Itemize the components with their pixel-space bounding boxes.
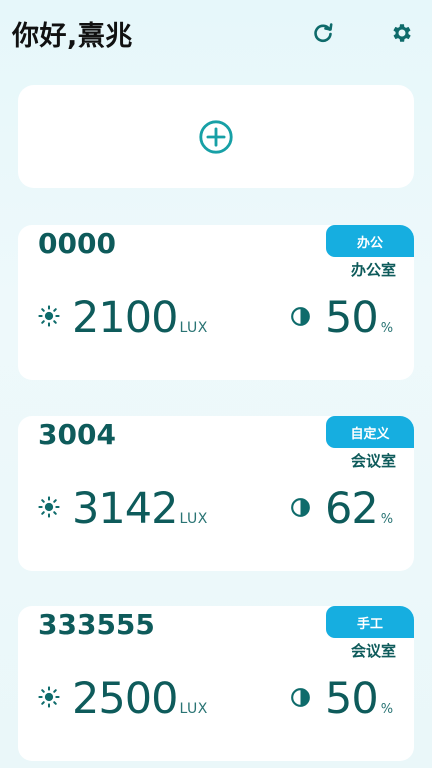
greeting-title: 你好,熹兆 xyxy=(12,21,133,52)
sun-icon xyxy=(38,686,60,708)
lux-number: 3142 xyxy=(72,484,178,534)
lux-unit: LUX xyxy=(179,701,208,717)
device-tag: 办公 xyxy=(326,225,414,257)
sun-icon xyxy=(38,305,60,327)
device-id: 3004 xyxy=(38,418,116,451)
percent-number: 62 xyxy=(325,484,379,534)
lux-reading: 2500 LUX xyxy=(72,674,208,724)
percent-reading: 50% xyxy=(325,674,393,724)
lux-reading: 2100 LUX xyxy=(72,293,208,343)
device-id: 0000 xyxy=(38,227,116,260)
device-card[interactable]: 3004 自定义 会议室 3142 LUX 62% xyxy=(18,416,414,571)
device-room: 会议室 xyxy=(350,642,396,660)
device-card[interactable]: 0000 办公 办公室 2100 LUX 50% xyxy=(18,225,414,380)
percent-unit: % xyxy=(380,702,393,717)
percent-number: 50 xyxy=(325,293,379,343)
device-room: 办公室 xyxy=(350,261,396,279)
device-id: 333555 xyxy=(38,608,155,641)
device-card[interactable]: 333555 手工 会议室 2500 LUX 50% xyxy=(18,606,414,761)
lux-unit: LUX xyxy=(179,320,208,336)
contrast-icon xyxy=(291,688,310,707)
app-header: 你好,熹兆 xyxy=(0,0,432,70)
contrast-icon xyxy=(291,498,310,517)
device-tag: 手工 xyxy=(326,606,414,638)
plus-circle-icon xyxy=(199,119,233,154)
lux-number: 2500 xyxy=(72,674,178,724)
gear-icon[interactable] xyxy=(389,20,415,46)
percent-unit: % xyxy=(380,512,393,527)
lux-number: 2100 xyxy=(72,293,178,343)
contrast-icon xyxy=(291,307,310,326)
device-tag: 自定义 xyxy=(326,416,414,448)
percent-reading: 50% xyxy=(325,293,393,343)
add-device-button[interactable] xyxy=(18,85,414,188)
percent-number: 50 xyxy=(325,674,379,724)
lux-reading: 3142 LUX xyxy=(72,484,208,534)
device-room: 会议室 xyxy=(350,452,396,470)
percent-unit: % xyxy=(380,321,393,336)
sun-icon xyxy=(38,496,60,518)
refresh-icon[interactable] xyxy=(310,20,336,46)
lux-unit: LUX xyxy=(179,511,208,527)
percent-reading: 62% xyxy=(325,484,393,534)
